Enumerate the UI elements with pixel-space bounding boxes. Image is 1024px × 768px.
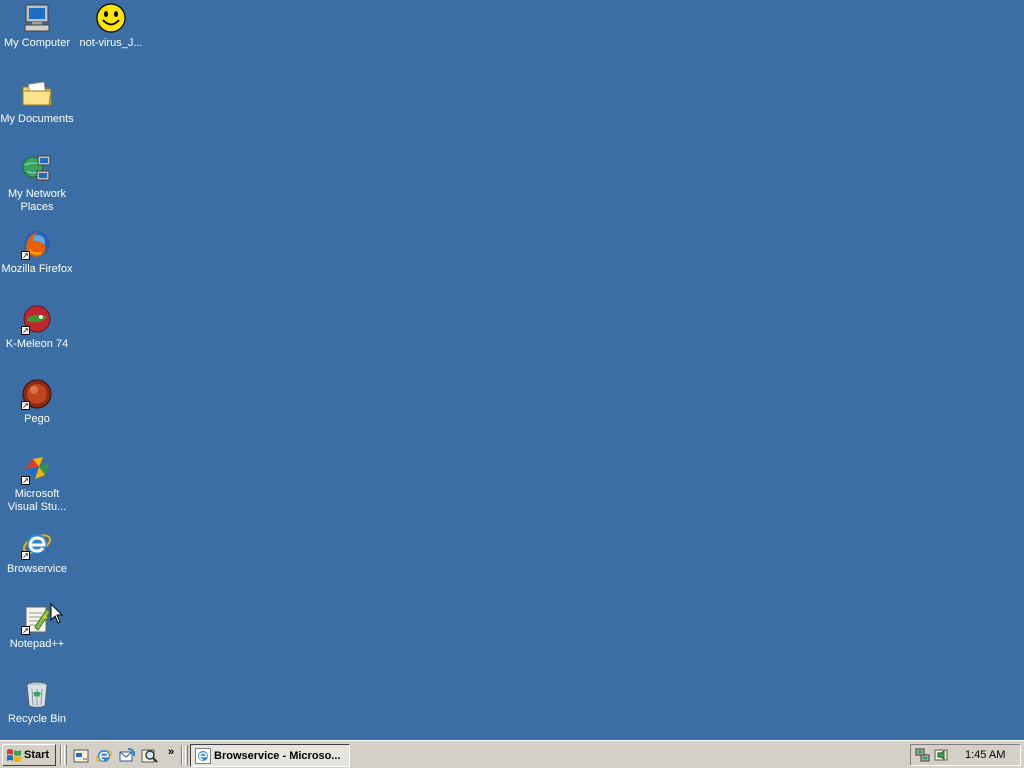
recycle-bin-icon bbox=[21, 678, 53, 710]
firefox-icon: ↗ bbox=[21, 228, 53, 260]
desktop[interactable]: My Computer not-virus_J... My Documents … bbox=[0, 0, 1024, 740]
shortcut-arrow-icon: ↗ bbox=[21, 626, 30, 635]
shortcut-arrow-icon: ↗ bbox=[21, 476, 30, 485]
volume-tray-icon[interactable] bbox=[933, 747, 949, 763]
desktop-icon-label: K-Meleon 74 bbox=[5, 338, 69, 350]
desktop-icon-label: Browservice bbox=[7, 563, 67, 575]
my-computer-icon bbox=[21, 2, 53, 34]
quick-launch-show-desktop[interactable] bbox=[72, 747, 90, 765]
desktop-icon-my-computer[interactable]: My Computer bbox=[0, 2, 74, 50]
desktop-icon-label: My Computer bbox=[3, 37, 71, 49]
desktop-icon-label: Notepad++ bbox=[9, 638, 65, 650]
search-icon bbox=[141, 749, 158, 763]
task-button-label: Browservice - Microso... bbox=[214, 749, 341, 762]
desktop-icon-label: My Network Places bbox=[7, 188, 67, 213]
desktop-icon-label: not-virus_J... bbox=[79, 37, 143, 49]
task-button-browservice[interactable]: Browservice - Microso... bbox=[190, 744, 350, 767]
desktop-icon-label: Pego bbox=[24, 413, 50, 425]
taskbar: Start » Browservice - Microso... 1:45 AM bbox=[0, 740, 1024, 768]
shortcut-arrow-icon: ↗ bbox=[21, 401, 30, 410]
folder-icon bbox=[21, 78, 53, 110]
desktop-icon-label: Mozilla Firefox bbox=[1, 263, 73, 275]
shortcut-arrow-icon: ↗ bbox=[21, 551, 30, 560]
visual-studio-icon: ↗ bbox=[21, 453, 53, 485]
desktop-icon-mozilla-firefox[interactable]: ↗ Mozilla Firefox bbox=[0, 228, 74, 276]
show-desktop-icon bbox=[73, 749, 89, 763]
start-label: Start bbox=[24, 749, 50, 761]
k-meleon-icon: ↗ bbox=[21, 303, 53, 335]
internet-explorer-icon bbox=[95, 750, 113, 762]
smiley-icon bbox=[95, 2, 127, 34]
desktop-icon-k-meleon[interactable]: ↗ K-Meleon 74 bbox=[0, 303, 74, 351]
quick-launch-more-chevron[interactable]: » bbox=[168, 746, 174, 758]
internet-explorer-icon: ↗ bbox=[21, 528, 53, 560]
desktop-icon-not-virus[interactable]: not-virus_J... bbox=[74, 2, 148, 50]
start-button[interactable]: Start bbox=[2, 744, 56, 766]
shortcut-arrow-icon: ↗ bbox=[21, 326, 30, 335]
network-tray-icon[interactable] bbox=[915, 747, 931, 763]
taskbar-clock[interactable]: 1:45 AM bbox=[965, 749, 1005, 761]
quick-launch-internet-explorer[interactable] bbox=[95, 747, 113, 765]
desktop-icon-label: My Documents bbox=[0, 113, 74, 125]
taskbar-separator bbox=[60, 745, 62, 765]
desktop-icon-my-documents[interactable]: My Documents bbox=[0, 78, 74, 126]
windows-logo-icon bbox=[7, 749, 21, 762]
desktop-icon-recycle-bin[interactable]: Recycle Bin bbox=[0, 678, 74, 726]
desktop-icon-label: Recycle Bin bbox=[7, 713, 67, 725]
mouse-cursor-icon bbox=[50, 603, 64, 624]
desktop-icon-my-network-places[interactable]: My Network Places bbox=[0, 153, 74, 214]
outlook-express-icon bbox=[119, 748, 136, 762]
quick-launch-search[interactable] bbox=[141, 747, 159, 765]
shortcut-arrow-icon: ↗ bbox=[21, 251, 30, 260]
system-tray: 1:45 AM bbox=[910, 744, 1021, 766]
network-icon bbox=[21, 153, 53, 185]
notepad-plus-plus-icon: ↗ bbox=[21, 603, 53, 635]
desktop-icon-label: Microsoft Visual Stu... bbox=[7, 488, 67, 513]
quick-launch-grip[interactable] bbox=[64, 745, 67, 765]
pego-icon: ↗ bbox=[21, 378, 53, 410]
taskbar-separator bbox=[181, 745, 183, 765]
internet-explorer-icon bbox=[195, 747, 211, 764]
task-band-grip[interactable] bbox=[185, 745, 188, 765]
desktop-icon-pego[interactable]: ↗ Pego bbox=[0, 378, 74, 426]
desktop-icon-browservice[interactable]: ↗ Browservice bbox=[0, 528, 74, 576]
desktop-icon-visual-studio[interactable]: ↗ Microsoft Visual Stu... bbox=[0, 453, 74, 514]
quick-launch-outlook-express[interactable] bbox=[118, 747, 136, 765]
